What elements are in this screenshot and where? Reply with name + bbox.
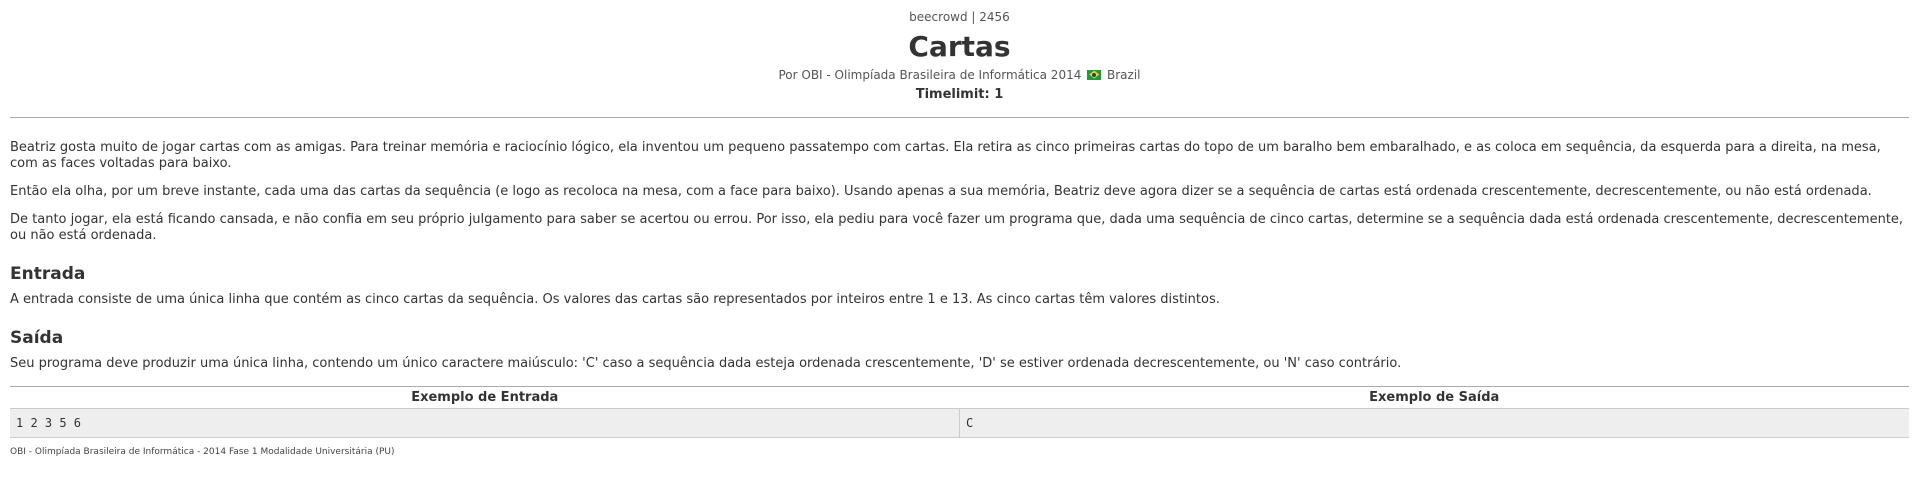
example-input-cell[interactable]: 1 2 3 5 6 bbox=[10, 408, 960, 438]
examples-table: Exemplo de Entrada Exemplo de Saída 1 2 … bbox=[10, 386, 1909, 438]
example-output-header: Exemplo de Saída bbox=[959, 386, 1909, 409]
example-output-cell[interactable]: C bbox=[959, 408, 1909, 438]
output-heading: Saída bbox=[10, 328, 64, 348]
problem-content: Beatriz gosta muito de jogar cartas com … bbox=[0, 140, 1919, 438]
page-title: Cartas bbox=[908, 30, 1011, 63]
author-text: Por OBI - Olimpíada Brasileira de Inform… bbox=[778, 68, 1082, 82]
brazil-flag-icon bbox=[1087, 69, 1102, 80]
author-line: Por OBI - Olimpíada Brasileira de Inform… bbox=[0, 68, 1919, 82]
input-heading: Entrada bbox=[10, 264, 86, 284]
timelimit: Timelimit: 1 bbox=[915, 87, 1004, 102]
problem-source-footer: OBI - Olimpíada Brasileira de Informátic… bbox=[10, 447, 395, 457]
header-divider bbox=[10, 117, 1909, 118]
country-name: Brazil bbox=[1107, 68, 1141, 82]
output-text: Seu programa deve produzir uma única lin… bbox=[10, 356, 1402, 371]
problem-header: beecrowd | 2456 Cartas Por OBI - Olimpía… bbox=[0, 0, 1919, 103]
description-paragraph: Então ela olha, por um breve instante, c… bbox=[10, 184, 1872, 199]
judge-id: beecrowd | 2456 bbox=[909, 10, 1010, 24]
description-paragraph: De tanto jogar, ela está ficando cansada… bbox=[10, 212, 1904, 243]
description-paragraph: Beatriz gosta muito de jogar cartas com … bbox=[10, 140, 1881, 171]
input-text: A entrada consiste de uma única linha qu… bbox=[10, 292, 1220, 307]
table-row: 1 2 3 5 6 C bbox=[10, 408, 1909, 438]
problem-description: Beatriz gosta muito de jogar cartas com … bbox=[10, 140, 1909, 244]
example-input-header: Exemplo de Entrada bbox=[10, 386, 960, 409]
